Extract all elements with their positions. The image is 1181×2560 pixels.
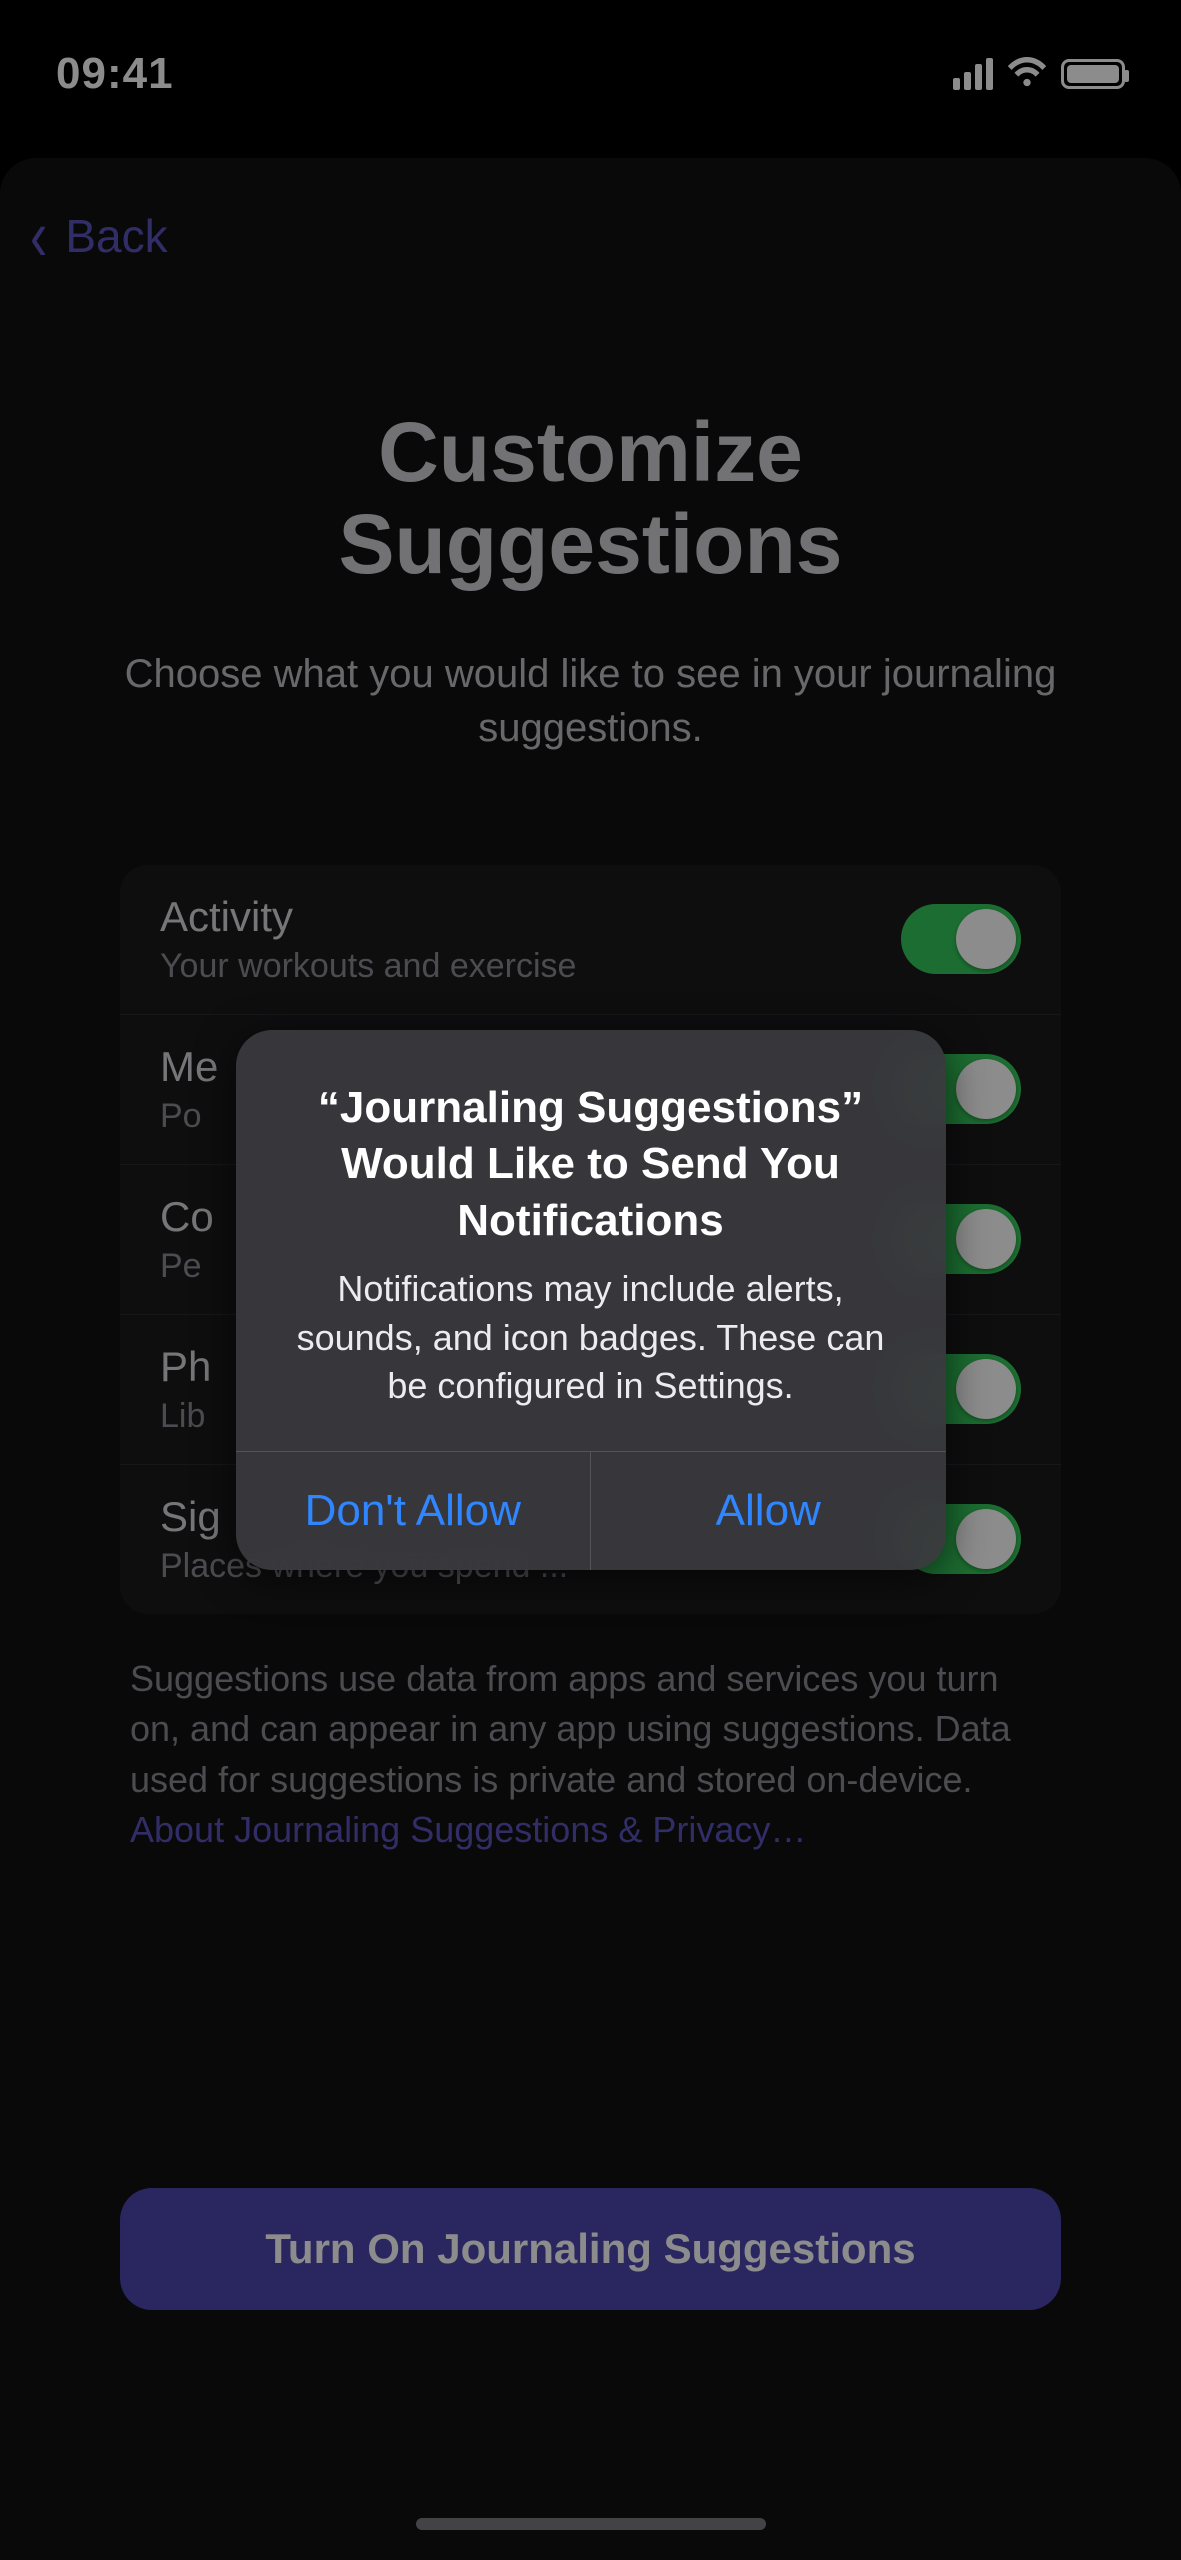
alert-title: “Journaling Suggestions” Would Like to S… [282,1080,900,1249]
notification-permission-alert: “Journaling Suggestions” Would Like to S… [236,1030,946,1570]
alert-message: Notifications may include alerts, sounds… [282,1265,900,1411]
dont-allow-button[interactable]: Don't Allow [236,1452,592,1570]
allow-button[interactable]: Allow [591,1452,946,1570]
